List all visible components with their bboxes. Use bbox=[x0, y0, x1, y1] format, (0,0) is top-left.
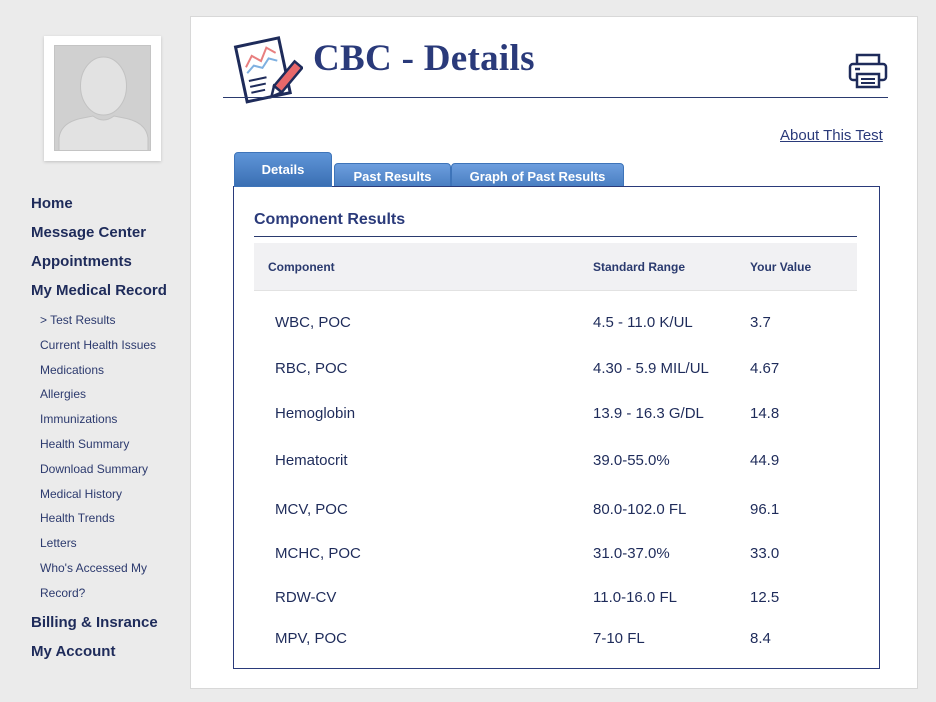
table-row: WBC, POC 4.5 - 11.0 K/UL 3.7 bbox=[254, 308, 857, 338]
nav-sub-health-summary[interactable]: Health Summary bbox=[40, 436, 191, 461]
nav-sub-whos-accessed[interactable]: Who's Accessed My Record? bbox=[40, 560, 191, 601]
nav-sub-health-trends[interactable]: Health Trends bbox=[40, 510, 191, 535]
cell-component: MCHC, POC bbox=[275, 545, 361, 562]
table-row: MPV, POC 7-10 FL 8.4 bbox=[254, 624, 857, 654]
tab-details[interactable]: Details bbox=[234, 152, 332, 187]
cell-range: 4.5 - 11.0 K/UL bbox=[593, 314, 693, 331]
tab-past-results[interactable]: Past Results bbox=[334, 163, 451, 187]
cell-value: 33.0 bbox=[750, 545, 780, 562]
nav-sub-download-summary[interactable]: Download Summary bbox=[40, 461, 191, 486]
table-row: RBC, POC 4.30 - 5.9 MIL/UL 4.67 bbox=[254, 354, 857, 384]
cell-component: MCV, POC bbox=[275, 501, 348, 518]
table-row: Hematocrit 39.0-55.0% 44.9 bbox=[254, 446, 857, 476]
nav-sub-medical-history[interactable]: Medical History bbox=[40, 486, 191, 511]
column-header-component: Component bbox=[268, 260, 335, 274]
about-this-test-link[interactable]: About This Test bbox=[780, 127, 883, 144]
cell-range: 13.9 - 16.3 G/DL bbox=[593, 405, 704, 422]
avatar bbox=[44, 36, 161, 161]
cell-range: 80.0-102.0 FL bbox=[593, 501, 687, 518]
cell-component: RDW-CV bbox=[275, 589, 337, 606]
nav-sub-medications[interactable]: Medications bbox=[40, 362, 191, 387]
column-header-your-value: Your Value bbox=[750, 260, 812, 274]
cell-range: 7-10 FL bbox=[593, 630, 645, 647]
cell-value: 12.5 bbox=[750, 589, 780, 606]
nav-message-center[interactable]: Message Center bbox=[31, 223, 191, 252]
sidebar: Home Message Center Appointments My Medi… bbox=[0, 0, 190, 702]
section-title: Component Results bbox=[254, 211, 406, 228]
nav-sub-immunizations[interactable]: Immunizations bbox=[40, 411, 191, 436]
cell-range: 11.0-16.0 FL bbox=[593, 589, 677, 606]
nav-my-account[interactable]: My Account bbox=[31, 642, 191, 671]
cell-component: WBC, POC bbox=[275, 314, 351, 331]
title-divider bbox=[223, 97, 888, 98]
nav-sub-allergies[interactable]: Allergies bbox=[40, 386, 191, 411]
cell-component: Hematocrit bbox=[275, 452, 348, 469]
report-chart-pencil-icon bbox=[231, 33, 305, 107]
nav-sub-letters[interactable]: Letters bbox=[40, 535, 191, 560]
printer-icon[interactable] bbox=[847, 53, 889, 89]
nav-appointments[interactable]: Appointments bbox=[31, 252, 191, 281]
cell-component: Hemoglobin bbox=[275, 405, 356, 422]
cell-value: 96.1 bbox=[750, 501, 780, 518]
cell-value: 44.9 bbox=[750, 452, 780, 469]
cell-component: MPV, POC bbox=[275, 630, 347, 647]
nav-sub-current-health-issues[interactable]: Current Health Issues bbox=[40, 337, 191, 362]
table-row: RDW-CV 11.0-16.0 FL 12.5 bbox=[254, 583, 857, 613]
cell-component: RBC, POC bbox=[275, 360, 348, 377]
nav-home[interactable]: Home bbox=[31, 194, 191, 223]
cell-value: 8.4 bbox=[750, 630, 771, 647]
tab-graph-of-past-results[interactable]: Graph of Past Results bbox=[451, 163, 624, 187]
table-row: MCV, POC 80.0-102.0 FL 96.1 bbox=[254, 495, 857, 525]
cell-value: 14.8 bbox=[750, 405, 780, 422]
cell-range: 4.30 - 5.9 MIL/UL bbox=[593, 360, 709, 377]
table-row: MCHC, POC 31.0-37.0% 33.0 bbox=[254, 539, 857, 569]
cell-value: 4.67 bbox=[750, 360, 780, 377]
nav-billing[interactable]: Billing & Insrance bbox=[31, 613, 191, 642]
page-title: CBC - Details bbox=[313, 38, 535, 79]
sidebar-nav: Home Message Center Appointments My Medi… bbox=[31, 194, 191, 671]
cell-value: 3.7 bbox=[750, 314, 771, 331]
table-header: Component Standard Range Your Value bbox=[254, 243, 857, 291]
avatar-placeholder-icon bbox=[54, 45, 151, 151]
table-row: Hemoglobin 13.9 - 16.3 G/DL 14.8 bbox=[254, 399, 857, 429]
nav-my-medical-record[interactable]: My Medical Record bbox=[31, 281, 191, 310]
column-header-standard-range: Standard Range bbox=[593, 260, 686, 274]
nav-sub-test-results[interactable]: > Test Results bbox=[40, 312, 191, 337]
main-card: CBC - Details About This Test Details Pa… bbox=[190, 16, 918, 689]
nav-sub-whos-accessed-line2: Record? bbox=[40, 585, 86, 600]
nav-sub-whos-accessed-line1: Who's Accessed My bbox=[40, 560, 147, 575]
results-panel: Component Results Component Standard Ran… bbox=[233, 186, 880, 669]
cell-range: 31.0-37.0% bbox=[593, 545, 670, 562]
section-divider bbox=[254, 236, 857, 237]
cell-range: 39.0-55.0% bbox=[593, 452, 670, 469]
